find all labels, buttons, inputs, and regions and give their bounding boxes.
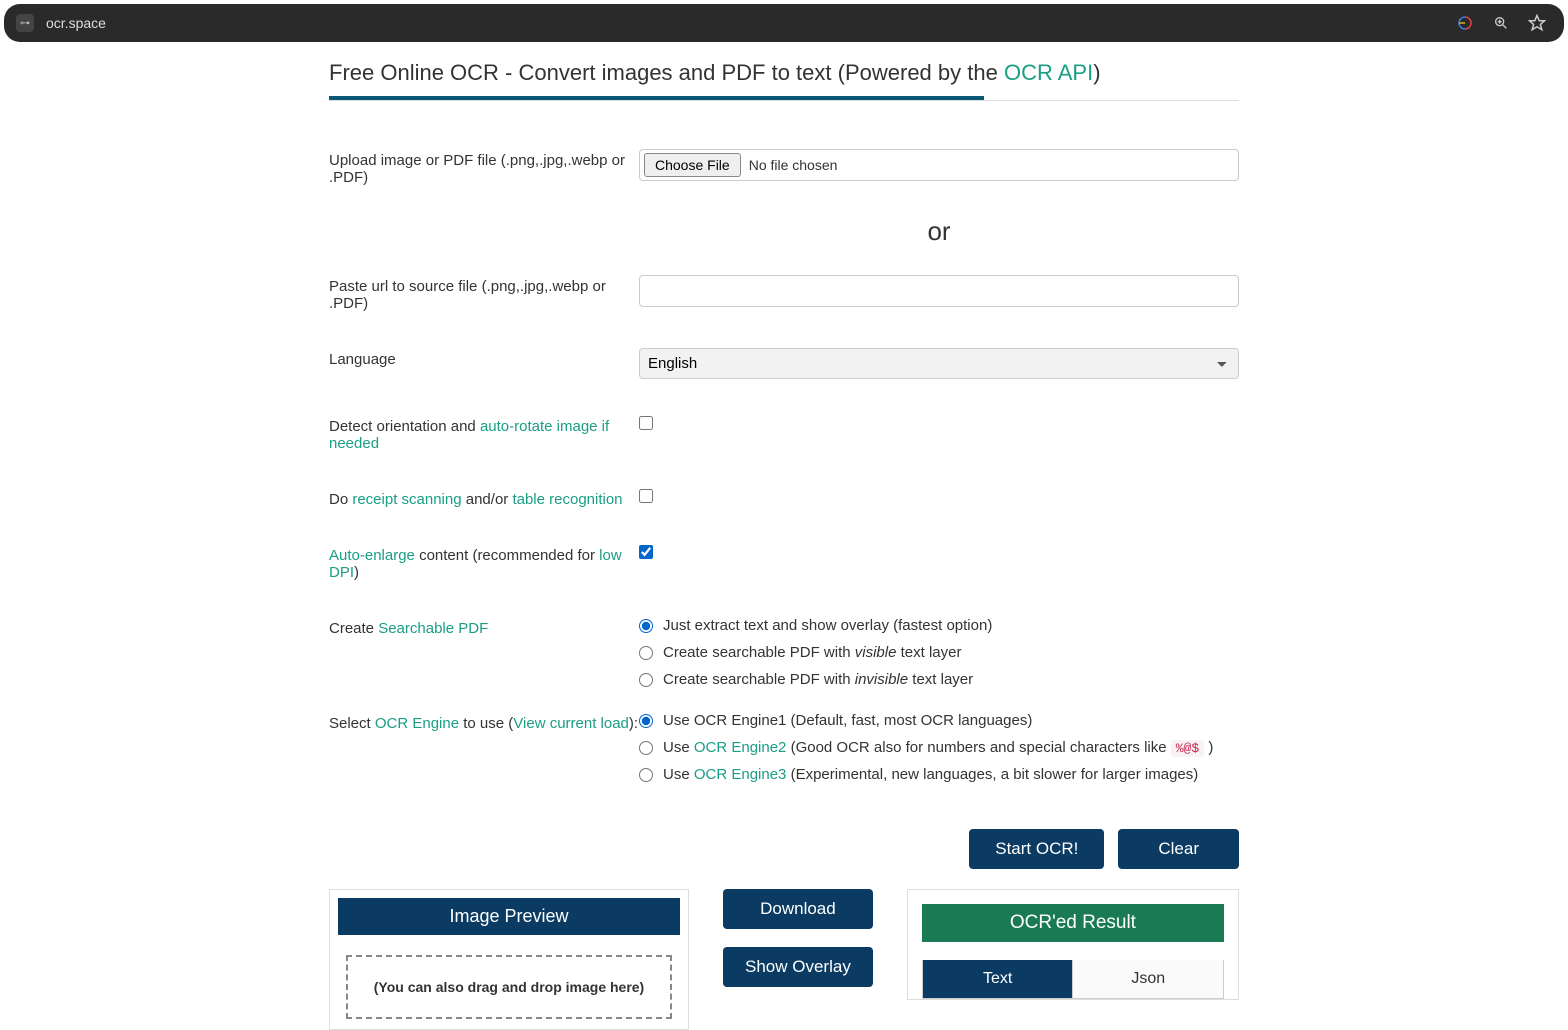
receipt-table-label: Do receipt scanning and/or table recogni… bbox=[329, 488, 639, 508]
auto-enlarge-checkbox[interactable] bbox=[639, 545, 653, 559]
file-input-container[interactable]: Choose File No file chosen bbox=[639, 149, 1239, 181]
table-recognition-link[interactable]: table recognition bbox=[512, 491, 622, 508]
language-select[interactable]: English bbox=[639, 348, 1239, 379]
title-prefix: Free Online OCR - Convert images and PDF… bbox=[329, 60, 1004, 85]
engine-option-1[interactable]: Use OCR Engine1 (Default, fast, most OCR… bbox=[639, 712, 1239, 729]
bookmark-star-icon[interactable] bbox=[1528, 14, 1546, 32]
file-status-text: No file chosen bbox=[749, 157, 838, 173]
detect-orientation-label: Detect orientation and auto-rotate image… bbox=[329, 415, 639, 452]
receipt-scanning-link[interactable]: receipt scanning bbox=[352, 491, 461, 508]
upload-label: Upload image or PDF file (.png,.jpg,.web… bbox=[329, 149, 639, 186]
title-suffix: ) bbox=[1093, 60, 1100, 85]
image-preview-header: Image Preview bbox=[338, 898, 680, 935]
result-header: OCR'ed Result bbox=[922, 904, 1224, 942]
show-overlay-button[interactable]: Show Overlay bbox=[723, 947, 873, 987]
pdf-option-visible[interactable]: Create searchable PDF with visible text … bbox=[639, 644, 1239, 661]
browser-address-bar[interactable]: ⊶ ocr.space bbox=[4, 4, 1564, 42]
auto-enlarge-label: Auto-enlarge content (recommended for lo… bbox=[329, 544, 639, 581]
engine-option-2[interactable]: Use OCR Engine2 (Good OCR also for numbe… bbox=[639, 739, 1239, 756]
ocr-engine-link[interactable]: OCR Engine bbox=[375, 715, 459, 732]
or-separator: or bbox=[329, 216, 1239, 247]
detect-orientation-checkbox[interactable] bbox=[639, 416, 653, 430]
pdf-options-group: Just extract text and show overlay (fast… bbox=[639, 617, 1239, 698]
auto-enlarge-link[interactable]: Auto-enlarge bbox=[329, 547, 415, 564]
url-input[interactable] bbox=[639, 275, 1239, 307]
paste-url-label: Paste url to source file (.png,.jpg,.web… bbox=[329, 275, 639, 312]
result-tabs: Text Json bbox=[922, 960, 1224, 999]
searchable-pdf-link[interactable]: Searchable PDF bbox=[378, 620, 488, 637]
choose-file-button[interactable]: Choose File bbox=[644, 153, 741, 177]
start-ocr-button[interactable]: Start OCR! bbox=[969, 829, 1104, 869]
select-engine-label: Select OCR Engine to use (View current l… bbox=[329, 712, 639, 732]
clear-button[interactable]: Clear bbox=[1118, 829, 1239, 869]
url-text: ocr.space bbox=[46, 15, 106, 31]
language-label: Language bbox=[329, 348, 639, 368]
pdf-option-extract[interactable]: Just extract text and show overlay (fast… bbox=[639, 617, 1239, 634]
pdf-option-invisible[interactable]: Create searchable PDF with invisible tex… bbox=[639, 671, 1239, 688]
receipt-table-checkbox[interactable] bbox=[639, 489, 653, 503]
tab-json[interactable]: Json bbox=[1072, 960, 1223, 998]
engine-options-group: Use OCR Engine1 (Default, fast, most OCR… bbox=[639, 712, 1239, 793]
create-pdf-label: Create Searchable PDF bbox=[329, 617, 639, 637]
dropzone[interactable]: (You can also drag and drop image here) bbox=[346, 955, 672, 1019]
ocr-api-link[interactable]: OCR API bbox=[1004, 60, 1093, 85]
result-panel: OCR'ed Result Text Json bbox=[907, 889, 1239, 1000]
view-load-link[interactable]: View current load bbox=[513, 715, 629, 732]
engine-option-3[interactable]: Use OCR Engine3 (Experimental, new langu… bbox=[639, 766, 1239, 783]
zoom-icon[interactable] bbox=[1492, 14, 1510, 32]
download-button[interactable]: Download bbox=[723, 889, 873, 929]
tab-text[interactable]: Text bbox=[923, 960, 1073, 998]
title-underline bbox=[329, 96, 984, 100]
page-title: Free Online OCR - Convert images and PDF… bbox=[329, 60, 1239, 86]
google-icon[interactable] bbox=[1456, 14, 1474, 32]
site-settings-icon[interactable]: ⊶ bbox=[16, 14, 34, 32]
image-preview-panel: Image Preview (You can also drag and dro… bbox=[329, 889, 689, 1030]
